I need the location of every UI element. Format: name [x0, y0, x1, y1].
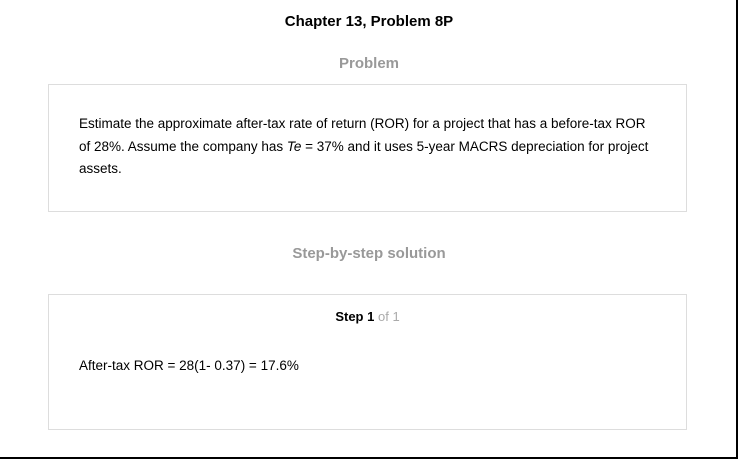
solution-heading: Step-by-step solution	[292, 245, 446, 262]
problem-statement: Estimate the approximate after-tax rate …	[79, 113, 659, 181]
step-content: After-tax ROR = 28(1- 0.37) = 17.6%	[79, 358, 299, 373]
step-card: Step 1 of 1 After-tax ROR = 28(1- 0.37) …	[48, 294, 687, 430]
problem-text-variable: Te	[286, 138, 302, 154]
problem-card: Estimate the approximate after-tax rate …	[48, 84, 687, 212]
step-count: of 1	[377, 309, 400, 324]
step-label: Step 1	[335, 309, 375, 324]
page-title: Chapter 13, Problem 8P	[284, 13, 454, 30]
problem-heading: Problem	[338, 55, 399, 72]
step-header: Step 1 of 1	[49, 308, 686, 326]
